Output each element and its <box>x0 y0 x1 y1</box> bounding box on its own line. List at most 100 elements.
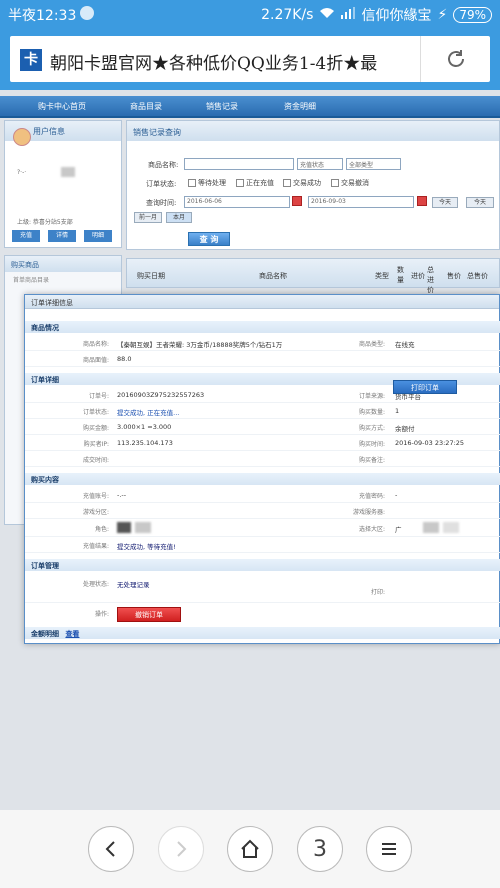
redacted-region <box>423 522 439 533</box>
col-price: 售价 <box>447 272 461 280</box>
status-option-pending[interactable]: 等待处理 <box>188 178 226 188</box>
menu-icon <box>382 843 396 855</box>
status-option-cancelled[interactable]: 交易撤消 <box>331 178 369 188</box>
section-content: 购买内容 <box>25 473 500 485</box>
redacted-region-2 <box>443 522 459 533</box>
today-button[interactable]: 今天 <box>432 197 458 208</box>
product-name-input[interactable] <box>184 158 294 170</box>
region-label: 选择大区: <box>358 526 385 533</box>
nav-home[interactable]: 购卡中心首页 <box>38 101 86 112</box>
details-button[interactable]: 详情 <box>48 230 76 242</box>
product-name-label: 商品名称: <box>148 161 179 169</box>
finish-time-label: 成交时间: <box>82 457 109 464</box>
menu-button[interactable] <box>366 826 412 872</box>
home-button[interactable] <box>227 826 273 872</box>
redacted-role-2 <box>135 522 151 533</box>
goods-type-label: 商品类型: <box>358 341 385 348</box>
calendar-icon[interactable] <box>417 196 427 206</box>
page-title-url[interactable]: 朝阳卡盟官网★各种低价QQ业务1-4折★最 <box>50 49 420 74</box>
print-order-button[interactable]: 打印订单 <box>393 380 457 394</box>
process-label: 处理状态: <box>82 581 109 588</box>
game-zone-label: 游戏分区: <box>82 509 109 516</box>
notification-icon <box>80 6 94 20</box>
checkbox[interactable] <box>331 179 339 187</box>
ip-address: 113.235.104.173 <box>117 439 173 447</box>
battery-icon: 79% <box>453 7 492 23</box>
chevron-right-icon <box>177 841 187 857</box>
user-line-1: ?·-· <box>17 169 27 176</box>
order-status: 提交成功, 正在充值... <box>117 409 180 417</box>
checkbox[interactable] <box>283 179 291 187</box>
tabs-button[interactable]: 3 <box>297 826 343 872</box>
buy-type-label: 购买方式: <box>358 425 385 432</box>
order-status-label: 订单状态: <box>82 409 109 416</box>
status-option-success[interactable]: 交易成功 <box>283 178 321 188</box>
col-type: 类型 <box>375 272 389 280</box>
date-from-input[interactable]: 2016-06-06 <box>184 196 290 208</box>
cancel-order-button[interactable]: 撤销订单 <box>117 607 181 622</box>
goods-price-label: 商品面值: <box>82 357 109 364</box>
nav-catalog[interactable]: 商品目录 <box>130 101 162 112</box>
amount: 3.000×1 =3.000 <box>117 423 172 431</box>
funds-title: 金额明细 <box>31 630 59 638</box>
this-month-button[interactable]: 本月 <box>166 212 192 223</box>
remark-label: 购买备注: <box>358 457 385 464</box>
order-src-label: 订单来源: <box>358 393 385 400</box>
search-button[interactable]: 查 询 <box>188 232 230 246</box>
charging-icon: ⚡ <box>437 7 448 23</box>
tabs-count: 3 <box>313 836 327 862</box>
checkbox[interactable] <box>188 179 196 187</box>
amount-label: 购买金额: <box>82 425 109 432</box>
prev-month-button[interactable]: 前一月 <box>134 212 162 223</box>
avatar <box>13 128 31 146</box>
col-date: 购买日期 <box>137 272 165 280</box>
recharge-button[interactable]: 充值 <box>12 230 40 242</box>
game-server-label: 游戏服务器: <box>352 509 385 516</box>
funds-view-link[interactable]: 查看 <box>65 630 79 638</box>
clock: 半夜12:33 <box>8 8 77 24</box>
browser-toolbar: 卡 朝阳卡盟官网★各种低价QQ业务1-4折★最 <box>0 28 500 90</box>
status-option-charging[interactable]: 正在充值 <box>236 178 274 188</box>
region: 广 <box>395 526 402 534</box>
back-button[interactable] <box>88 826 134 872</box>
print-label: 打印: <box>370 589 385 596</box>
goods-type: 在线充 <box>395 341 415 349</box>
result-label: 充值结果: <box>82 543 109 550</box>
goods-name: 【秦朝互娱】王者荣耀: 3万金币/18888奖牌5个/钻石1万 <box>117 341 283 349</box>
nav-sales[interactable]: 销售记录 <box>206 101 238 112</box>
address-bar[interactable]: 卡 朝阳卡盟官网★各种低价QQ业务1-4折★最 <box>10 36 490 82</box>
site-favicon: 卡 <box>20 49 42 71</box>
type-select[interactable]: 全部类型 <box>346 158 401 170</box>
user-info-panel: 用户信息 ?·-· 上级: 恭喜分站5支部 <box>4 120 122 248</box>
today-button-2[interactable]: 今天 <box>466 197 494 208</box>
statement-button[interactable]: 明细 <box>84 230 112 242</box>
buy-qty: 1 <box>395 407 400 415</box>
checkbox[interactable] <box>236 179 244 187</box>
goods-price: 88.0 <box>117 355 132 363</box>
order-no: 20160903Z975232557263 <box>117 391 205 399</box>
col-name: 商品名称 <box>259 272 287 280</box>
order-status-label: 订单状态: <box>146 180 177 188</box>
home-icon <box>241 839 259 858</box>
wifi-icon <box>319 7 335 23</box>
charge-password-label: 充值密码: <box>358 493 385 500</box>
buy-time: 2016-09-03 23:27:25 <box>395 439 465 447</box>
sidebar-item-catalog[interactable]: 首单商品目录 <box>5 272 121 287</box>
col-cost: 进价 <box>411 272 425 280</box>
date-to-input[interactable]: 2016-09-03 <box>308 196 414 208</box>
charge-password: - <box>395 491 398 499</box>
chevron-left-icon <box>105 841 115 857</box>
buy-type: 余额付 <box>395 425 415 433</box>
calendar-icon[interactable] <box>292 196 302 206</box>
goods-name-label: 商品名称: <box>82 341 109 348</box>
charge-account-label: 充值账号: <box>82 493 109 500</box>
order-no-label: 订单号: <box>88 393 109 400</box>
section-goods: 商品情况 <box>25 321 500 333</box>
charge-result: 提交成功, 等待充值! <box>117 543 176 551</box>
reload-button[interactable] <box>420 36 490 82</box>
buy-qty-label: 购买数量: <box>358 409 385 416</box>
forward-button[interactable] <box>158 826 204 872</box>
network-speed: 2.27K/s <box>261 7 314 23</box>
nav-funds[interactable]: 资金明细 <box>284 101 316 112</box>
charge-status-select[interactable]: 充值状态 <box>297 158 343 170</box>
